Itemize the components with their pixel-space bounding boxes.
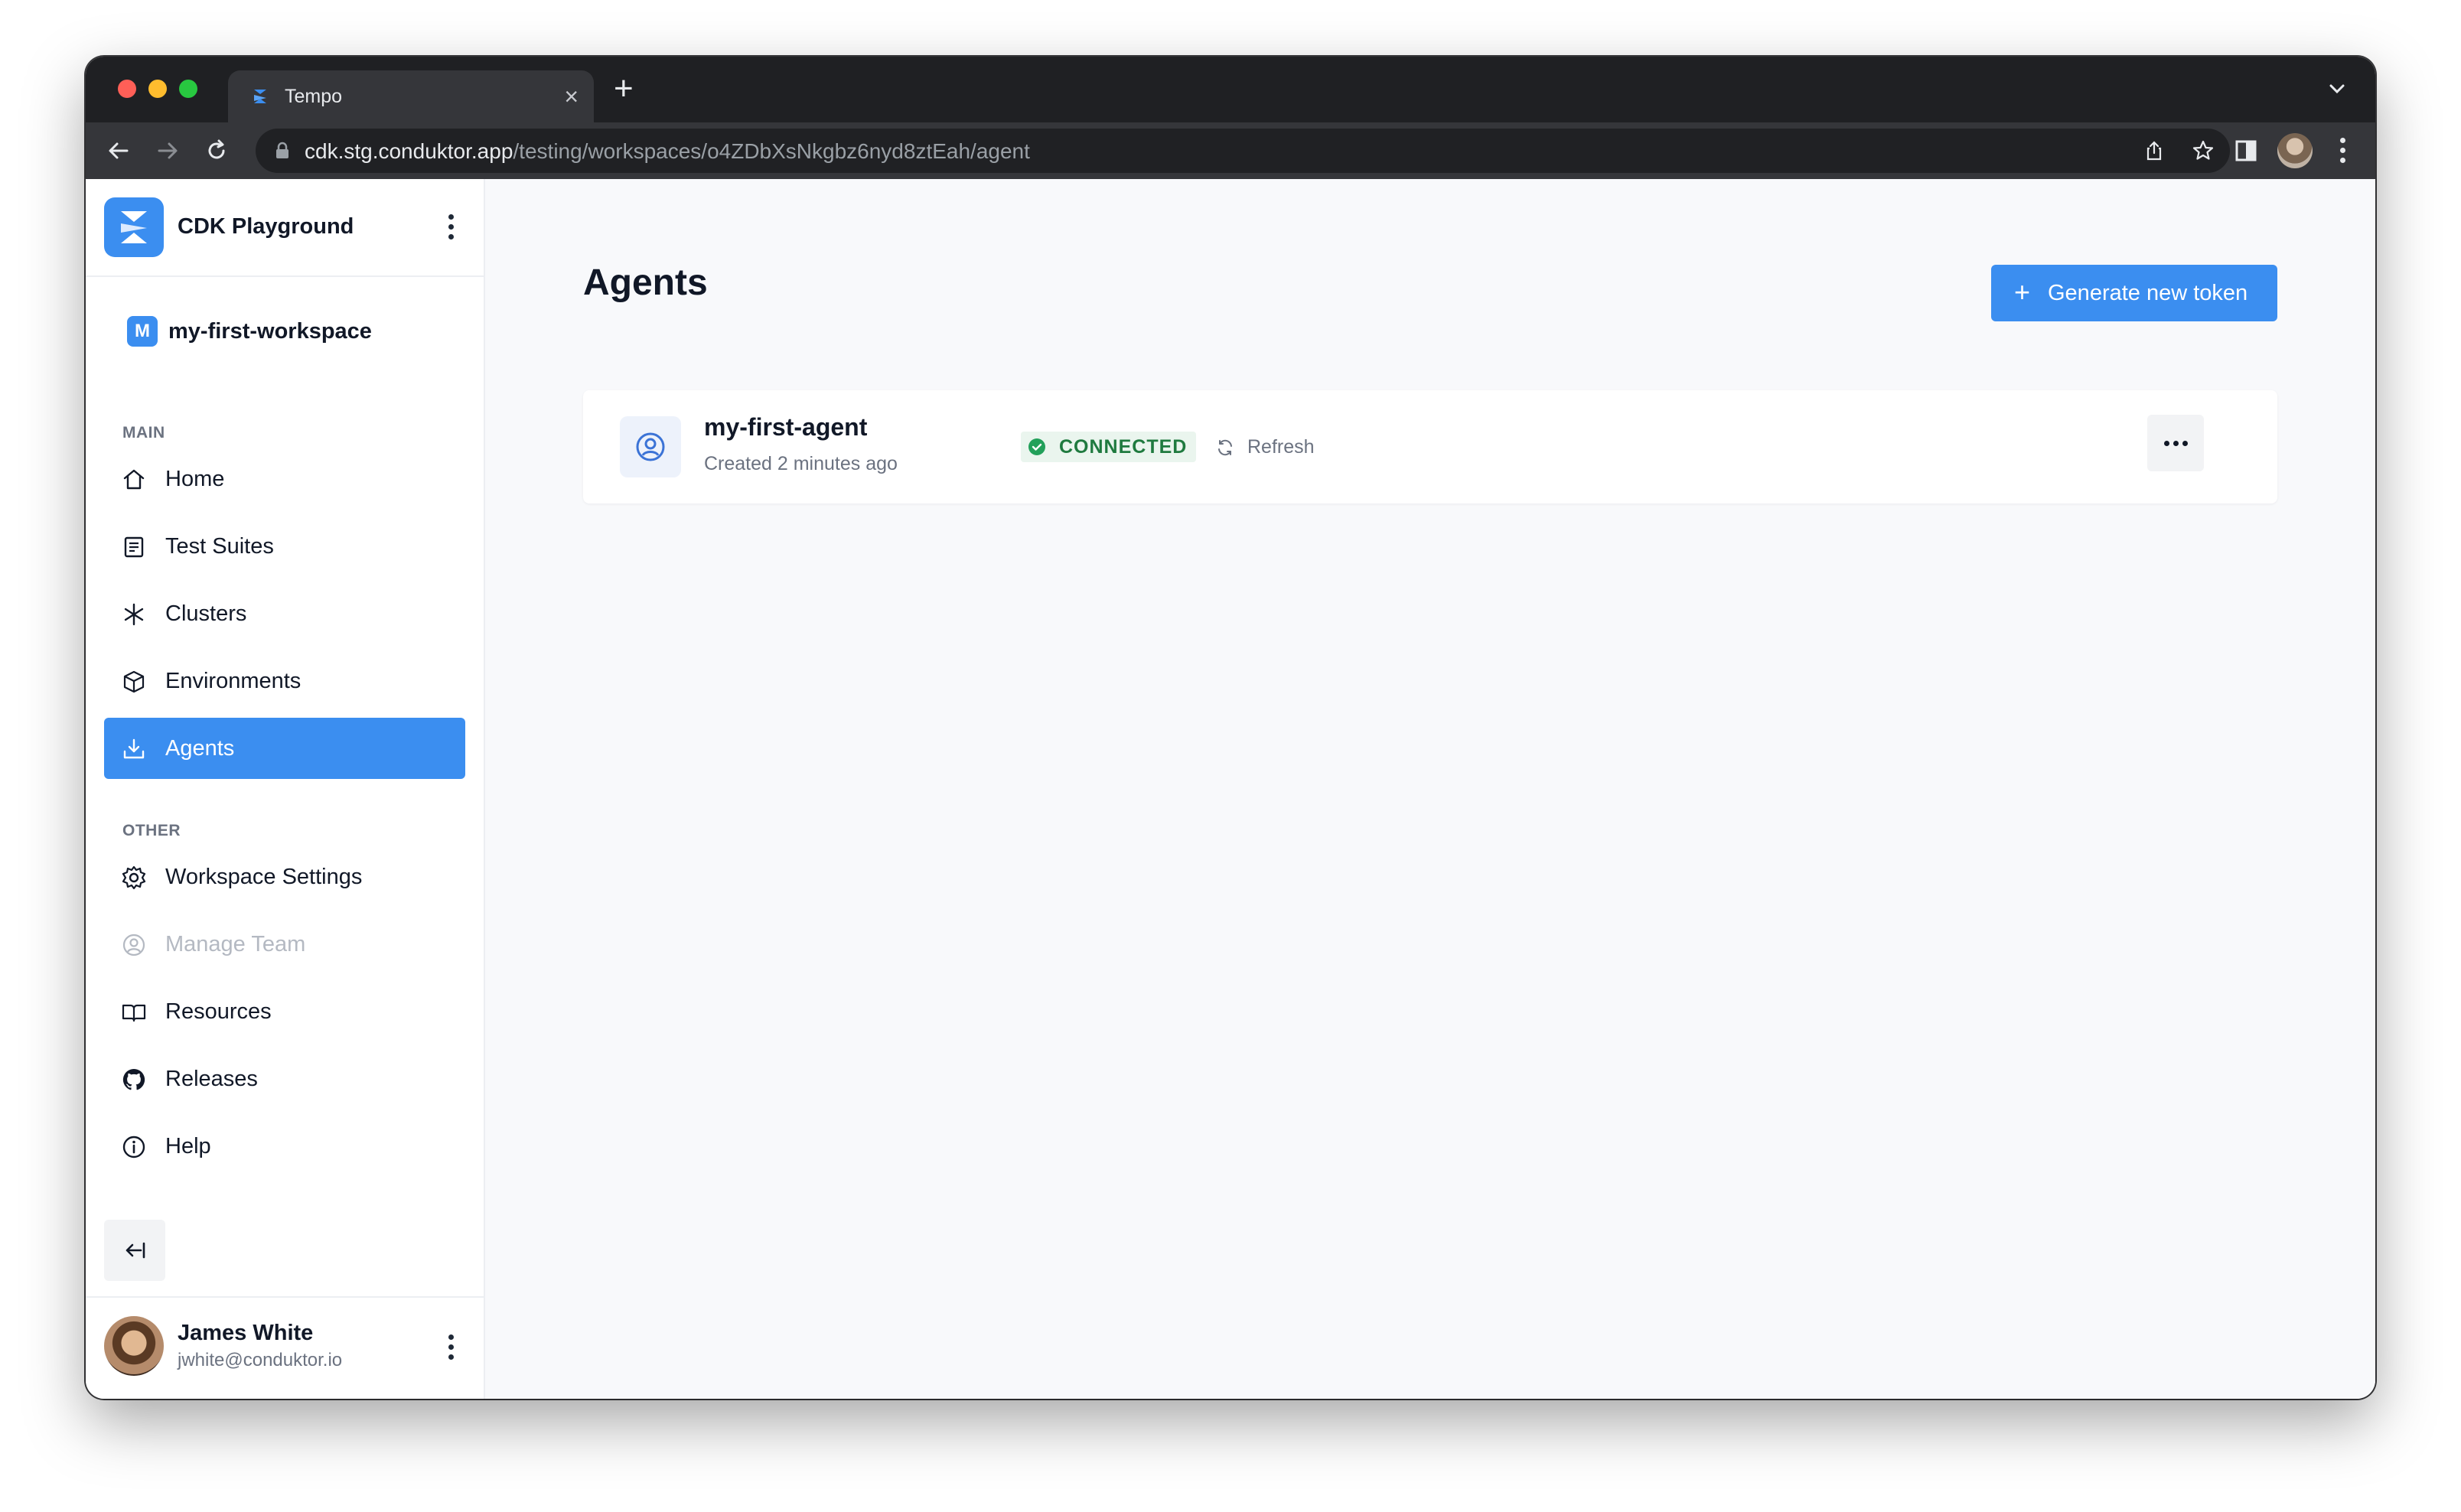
status-badge: CONNECTED: [1021, 432, 1197, 462]
download-icon: [123, 738, 145, 759]
new-tab-button[interactable]: +: [614, 67, 634, 110]
sidebar-item-label: Manage Team: [165, 932, 306, 956]
agent-icon-container: [620, 416, 681, 477]
agent-more-options-button[interactable]: [2147, 415, 2204, 471]
collapse-arrow-icon: [125, 1242, 145, 1259]
org-header: CDK Playground: [86, 179, 484, 277]
workspace-name: my-first-workspace: [168, 318, 372, 344]
sidebar-item-label: Resources: [165, 999, 272, 1024]
collapse-sidebar-button[interactable]: [104, 1220, 165, 1281]
agent-name[interactable]: my-first-agent: [704, 413, 867, 442]
document-icon: [124, 536, 144, 558]
bookmark-star-icon[interactable]: [2192, 139, 2215, 162]
org-menu-icon[interactable]: [447, 214, 455, 245]
sidebar-item-help[interactable]: Help: [104, 1116, 465, 1177]
info-icon: [122, 1136, 145, 1158]
gear-icon: [122, 865, 146, 890]
generate-new-token-button[interactable]: + Generate new token: [1991, 265, 2277, 321]
org-name: CDK Playground: [178, 214, 354, 239]
sidebar: CDK Playground M my-first-workspace MAIN…: [86, 179, 485, 1399]
browser-tab[interactable]: Tempo ×: [228, 70, 594, 122]
lock-icon: [276, 142, 288, 158]
sidebar-item-workspace-settings[interactable]: Workspace Settings: [104, 846, 465, 908]
user-name: James White: [178, 1321, 314, 1345]
page-title: Agents: [583, 262, 708, 303]
sidebar-item-home[interactable]: Home: [104, 448, 465, 510]
refresh-label: Refresh: [1247, 436, 1315, 458]
sidebar-item-label: Environments: [165, 669, 302, 693]
check-circle-icon: [1028, 438, 1045, 455]
back-arrow-icon[interactable]: [104, 136, 133, 165]
address-bar[interactable]: cdk.stg.conduktor.app/testing/workspaces…: [256, 129, 2230, 173]
share-icon[interactable]: [2143, 139, 2166, 162]
user-menu-icon[interactable]: [447, 1334, 455, 1365]
section-label-main: MAIN: [122, 424, 165, 442]
sidebar-item-agents[interactable]: Agents: [104, 718, 465, 779]
user-footer: James White jwhite@conduktor.io: [86, 1296, 484, 1399]
sidebar-item-environments[interactable]: Environments: [104, 650, 465, 712]
agent-created-time: Created 2 minutes ago: [704, 453, 898, 474]
reload-icon[interactable]: [202, 136, 231, 165]
close-tab-icon[interactable]: ×: [564, 81, 579, 112]
tab-title: Tempo: [285, 86, 343, 107]
tab-search-chevron-icon[interactable]: [2325, 77, 2349, 101]
user-avatar[interactable]: [104, 1316, 164, 1376]
user-circle-icon: [636, 432, 665, 461]
home-icon: [123, 469, 145, 490]
side-panel-icon[interactable]: [2231, 136, 2261, 165]
refresh-icon: [1218, 439, 1232, 456]
workspace-badge: M: [127, 316, 158, 347]
url-path: /testing/workspaces/o4ZDbXsNkgbz6nyd8ztE…: [513, 139, 1030, 163]
agent-card: my-first-agent Created 2 minutes ago CON…: [583, 390, 2277, 503]
sidebar-item-label: Test Suites: [165, 534, 274, 559]
close-window-button[interactable]: [118, 80, 136, 98]
url-text: cdk.stg.conduktor.app/testing/workspaces…: [305, 139, 1030, 164]
main-content: Agents + Generate new token my-first-age…: [485, 179, 2375, 1399]
browser-menu-icon[interactable]: [2339, 138, 2346, 168]
user-email: jwhite@conduktor.io: [178, 1350, 343, 1370]
sidebar-item-test-suites[interactable]: Test Suites: [104, 516, 465, 577]
generate-new-token-label: Generate new token: [2048, 281, 2248, 305]
section-label-other: OTHER: [122, 822, 181, 839]
sidebar-item-resources[interactable]: Resources: [104, 981, 465, 1042]
sidebar-item-label: Releases: [165, 1067, 258, 1091]
github-icon: [122, 1068, 145, 1090]
maximize-window-button[interactable]: [179, 80, 197, 98]
workspace-selector[interactable]: M my-first-workspace: [127, 315, 372, 347]
minimize-window-button[interactable]: [148, 80, 167, 98]
sidebar-item-label: Home: [165, 467, 225, 491]
plus-icon: +: [2014, 276, 2031, 308]
sidebar-item-clusters[interactable]: Clusters: [104, 583, 465, 644]
book-icon: [122, 1004, 146, 1022]
sidebar-item-releases[interactable]: Releases: [104, 1048, 465, 1110]
conduktor-logo-icon: [104, 197, 164, 257]
browser-toolbar: cdk.stg.conduktor.app/testing/workspaces…: [86, 122, 2375, 179]
forward-arrow-icon[interactable]: [153, 136, 182, 165]
browser-tab-strip: Tempo × +: [86, 57, 2375, 122]
user-circle-icon: [122, 934, 145, 956]
sidebar-item-label: Workspace Settings: [165, 865, 363, 889]
conduktor-favicon-icon: [254, 90, 266, 103]
status-text: CONNECTED: [1059, 436, 1188, 458]
url-host: cdk.stg.conduktor.app: [305, 139, 513, 163]
browser-profile-avatar[interactable]: [2277, 133, 2313, 168]
sidebar-item-manage-team: Manage Team: [104, 914, 465, 975]
cube-icon: [123, 670, 145, 693]
asterisk-icon: [124, 603, 144, 626]
sidebar-item-label: Agents: [165, 736, 235, 761]
sidebar-item-label: Clusters: [165, 601, 247, 626]
browser-window: Tempo × + cdk.stg.conduktor.app/testing/…: [86, 57, 2375, 1399]
sidebar-item-label: Help: [165, 1134, 211, 1158]
